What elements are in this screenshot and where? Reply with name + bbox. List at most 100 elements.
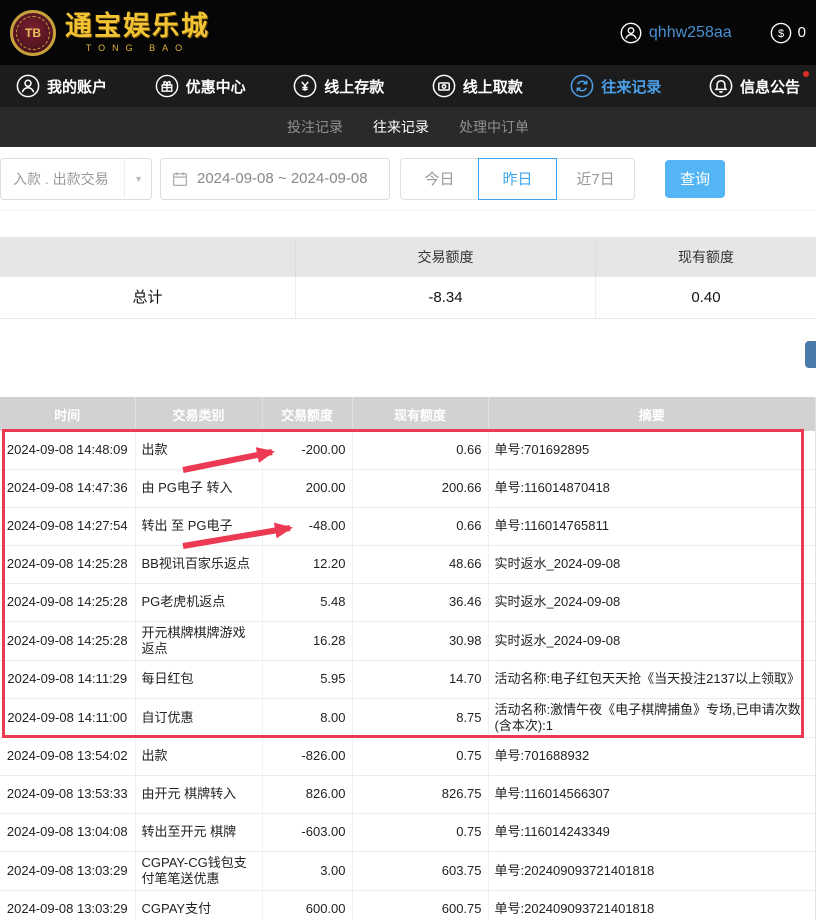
cell-type: CGPAY-CG钱包支付笔笔送优惠 — [135, 851, 262, 890]
page: TB 通宝娱乐城 TONG BAO qhhw258aa $ 0 我的账户 优惠中心… — [0, 0, 816, 920]
summary-section: 交易额度 现有额度 总计 -8.34 0.40 — [0, 237, 816, 319]
site-logo[interactable]: TB 通宝娱乐城 TONG BAO — [10, 10, 210, 56]
gift-icon — [155, 74, 179, 98]
table-row: 2024-09-08 13:54:02出款-826.000.75单号:70168… — [0, 737, 815, 775]
nav-item-promotions[interactable]: 优惠中心 — [155, 74, 246, 98]
cell-balance: 48.66 — [352, 545, 488, 583]
quick-range-last7days[interactable]: 近7日 — [556, 158, 635, 200]
cell-time: 2024-09-08 14:25:28 — [0, 583, 135, 621]
cell-summary: 单号:116014765811 — [488, 507, 815, 545]
cell-time: 2024-09-08 13:53:33 — [0, 775, 135, 813]
date-range-picker[interactable]: 2024-09-08 ~ 2024-09-08 — [160, 158, 390, 200]
nav-item-withdraw[interactable]: 线上取款 — [432, 74, 523, 98]
tab-processing-orders[interactable]: 处理中订单 — [459, 117, 529, 137]
cell-time: 2024-09-08 14:25:28 — [0, 545, 135, 583]
column-header-0: 时间 — [0, 397, 135, 431]
nav-item-label: 我的账户 — [47, 76, 107, 97]
main-nav: 我的账户 优惠中心 线上存款 线上取款 往来记录 信息公告 — [0, 65, 816, 107]
balance-value: 0 — [798, 24, 806, 41]
cell-type: 出款 — [135, 431, 262, 469]
deposit-icon — [293, 74, 317, 98]
summary-total-label: 总计 — [0, 277, 295, 319]
table-row: 2024-09-08 14:25:28PG老虎机返点5.4836.46实时返水_… — [0, 583, 815, 621]
subnav-tabs: 投注记录 往来记录 处理中订单 — [0, 107, 816, 147]
cell-amount: 16.28 — [262, 621, 352, 660]
cell-summary: 单号:202409093721401818 — [488, 851, 815, 890]
calendar-icon — [171, 170, 189, 188]
cell-summary: 单号:116014566307 — [488, 775, 815, 813]
cell-balance: 14.70 — [352, 660, 488, 698]
column-header-4: 摘要 — [488, 397, 815, 431]
transaction-type-select[interactable]: 入款 . 出款交易 ▼ — [0, 158, 152, 200]
records-icon — [570, 74, 594, 98]
cell-type: 由开元 棋牌转入 — [135, 775, 262, 813]
cell-time: 2024-09-08 13:54:02 — [0, 737, 135, 775]
cell-summary: 单号:202409093721401818 — [488, 890, 815, 920]
balance-widget[interactable]: $ 0 — [770, 22, 806, 44]
nav-item-label: 线上存款 — [324, 76, 384, 97]
cell-balance: 0.75 — [352, 813, 488, 851]
summary-header-balance: 现有额度 — [595, 237, 816, 277]
cell-summary: 单号:116014870418 — [488, 469, 815, 507]
cell-time: 2024-09-08 14:48:09 — [0, 431, 135, 469]
tab-betting-records[interactable]: 投注记录 — [287, 117, 343, 137]
cell-amount: -603.00 — [262, 813, 352, 851]
svg-text:$: $ — [778, 27, 784, 39]
nav-item-label: 优惠中心 — [186, 76, 246, 97]
cell-amount: 12.20 — [262, 545, 352, 583]
cell-summary: 单号:116014243349 — [488, 813, 815, 851]
top-header: TB 通宝娱乐城 TONG BAO qhhw258aa $ 0 — [0, 0, 816, 65]
table-row: 2024-09-08 14:25:28BB视讯百家乐返点12.2048.66实时… — [0, 545, 815, 583]
cell-type: 每日红包 — [135, 660, 262, 698]
nav-item-account[interactable]: 我的账户 — [16, 74, 107, 98]
cell-type: 由 PG电子 转入 — [135, 469, 262, 507]
cell-type: 开元棋牌棋牌游戏返点 — [135, 621, 262, 660]
chevron-down-icon: ▼ — [124, 158, 143, 200]
username[interactable]: qhhw258aa — [649, 24, 732, 42]
quick-range-yesterday[interactable]: 昨日 — [478, 158, 557, 200]
cell-balance: 600.75 — [352, 890, 488, 920]
quick-range-today[interactable]: 今日 — [400, 158, 479, 200]
cell-type: CGPAY支付 — [135, 890, 262, 920]
date-range-value: 2024-09-08 ~ 2024-09-08 — [197, 170, 368, 187]
notification-dot — [803, 71, 809, 77]
cell-balance: 8.75 — [352, 698, 488, 737]
nav-item-announcements[interactable]: 信息公告 — [709, 74, 800, 98]
filter-bar: 入款 . 出款交易 ▼ 2024-09-08 ~ 2024-09-08 今日昨日… — [0, 147, 816, 211]
search-button[interactable]: 查询 — [665, 160, 725, 198]
cell-summary: 实时返水_2024-09-08 — [488, 621, 815, 660]
cell-balance: 200.66 — [352, 469, 488, 507]
cell-type: 自订优惠 — [135, 698, 262, 737]
cell-amount: -200.00 — [262, 431, 352, 469]
floating-tab[interactable] — [805, 341, 816, 368]
cell-time: 2024-09-08 14:47:36 — [0, 469, 135, 507]
dollar-icon: $ — [770, 22, 792, 44]
cell-amount: 3.00 — [262, 851, 352, 890]
logo-text: 通宝娱乐城 TONG BAO — [65, 12, 210, 54]
cell-time: 2024-09-08 14:11:29 — [0, 660, 135, 698]
tab-transaction-records[interactable]: 往来记录 — [373, 117, 429, 137]
nav-item-deposit[interactable]: 线上存款 — [293, 74, 384, 98]
cell-summary: 实时返水_2024-09-08 — [488, 545, 815, 583]
cell-summary: 实时返水_2024-09-08 — [488, 583, 815, 621]
cell-balance: 603.75 — [352, 851, 488, 890]
cell-type: 转出至开元 棋牌 — [135, 813, 262, 851]
table-row: 2024-09-08 14:11:29每日红包5.9514.70活动名称:电子红… — [0, 660, 815, 698]
summary-header-row: 交易额度 现有额度 — [0, 237, 816, 277]
column-header-1: 交易类别 — [135, 397, 262, 431]
cell-type: BB视讯百家乐返点 — [135, 545, 262, 583]
summary-header-amount: 交易额度 — [295, 237, 595, 277]
nav-item-label: 线上取款 — [463, 76, 523, 97]
user-icon — [16, 74, 40, 98]
column-header-3: 现有额度 — [352, 397, 488, 431]
logo-subtitle: TONG BAO — [65, 43, 210, 53]
cell-summary: 单号:701688932 — [488, 737, 815, 775]
nav-item-records[interactable]: 往来记录 — [570, 74, 661, 98]
cell-summary: 单号:701692895 — [488, 431, 815, 469]
cell-balance: 36.46 — [352, 583, 488, 621]
cell-amount: 200.00 — [262, 469, 352, 507]
cell-time: 2024-09-08 13:03:29 — [0, 851, 135, 890]
cell-amount: 5.95 — [262, 660, 352, 698]
table-row: 2024-09-08 14:27:54转出 至 PG电子-48.000.66单号… — [0, 507, 815, 545]
cell-amount: 8.00 — [262, 698, 352, 737]
